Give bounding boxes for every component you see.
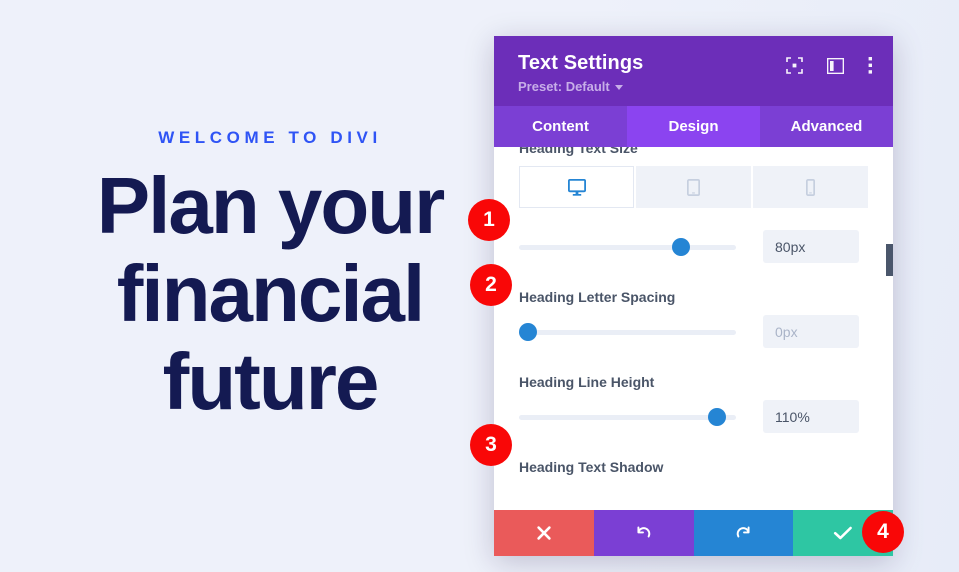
modal-body: Default Hover Sticky ⚙ Heading Text Size (494, 147, 893, 510)
kebab-menu-icon[interactable] (868, 57, 873, 74)
device-desktop-button[interactable] (519, 166, 634, 208)
undo-button[interactable] (593, 510, 694, 556)
modal-action-bar (494, 510, 893, 556)
check-icon (834, 526, 853, 540)
annotation-badge-3: 3 (470, 424, 512, 466)
modal-header-icons (786, 57, 873, 74)
heading-letter-spacing-input[interactable]: 0px (763, 315, 859, 348)
heading-line-height-input[interactable]: 110% (763, 400, 859, 433)
slider-handle[interactable] (672, 237, 691, 256)
undo-icon (637, 525, 651, 537)
tab-content[interactable]: Content (494, 106, 627, 147)
modal-scrollbar[interactable] (886, 147, 893, 510)
close-icon (537, 526, 551, 540)
preset-selector[interactable]: Preset: Default (518, 79, 869, 94)
label-heading-letter-spacing: Heading Letter Spacing (519, 289, 676, 305)
heading-line-height-slider-row: 110% (519, 400, 868, 433)
slider-handle[interactable] (708, 407, 727, 426)
slider-handle[interactable] (519, 322, 537, 341)
annotation-badge-1: 1 (468, 199, 510, 241)
modal-scroll-content: Default Hover Sticky ⚙ Heading Text Size (494, 147, 893, 510)
label-heading-line-height: Heading Line Height (519, 374, 655, 390)
slider-track (519, 329, 736, 335)
label-heading-text-size: Heading Text Size (519, 147, 638, 156)
hero-section: WELCOME TO DIVI Plan your financial futu… (0, 0, 540, 572)
label-heading-text-shadow: Heading Text Shadow (519, 459, 664, 475)
heading-text-size-slider[interactable] (519, 237, 736, 256)
device-phone-button[interactable] (753, 166, 868, 208)
heading-letter-spacing-slider[interactable] (519, 322, 736, 341)
tablet-icon (687, 178, 700, 196)
heading-text-size-slider-row: 80px (519, 230, 868, 263)
heading-text-size-input[interactable]: 80px (763, 230, 859, 263)
device-toggle-group (519, 166, 868, 208)
modal-tab-bar: Content Design Advanced (494, 106, 893, 147)
text-settings-modal: Text Settings Preset: Default Content De… (494, 36, 893, 556)
hero-eyebrow-text: WELCOME TO DIVI (158, 128, 382, 147)
annotation-badge-4: 4 (862, 511, 904, 553)
device-tablet-button[interactable] (636, 166, 751, 208)
preset-label: Preset: Default (518, 79, 610, 94)
tab-advanced[interactable]: Advanced (760, 106, 893, 147)
heading-line-height-slider[interactable] (519, 407, 736, 426)
annotation-badge-2: 2 (470, 264, 512, 306)
cancel-button[interactable] (494, 510, 594, 556)
desktop-icon (567, 178, 586, 196)
heading-letter-spacing-slider-row: 0px (519, 315, 868, 348)
slider-track (519, 244, 736, 250)
layout-split-icon[interactable] (827, 57, 844, 74)
phone-icon (806, 178, 815, 196)
hero-headline: Plan your financial future (96, 161, 446, 426)
redo-icon (736, 525, 750, 537)
modal-header: Text Settings Preset: Default (494, 36, 893, 106)
scrollbar-thumb[interactable] (886, 244, 893, 276)
focus-brackets-icon[interactable] (786, 57, 803, 74)
chevron-down-icon (614, 85, 623, 90)
slider-track (519, 414, 736, 420)
redo-button[interactable] (693, 510, 794, 556)
tab-design[interactable]: Design (627, 106, 760, 147)
